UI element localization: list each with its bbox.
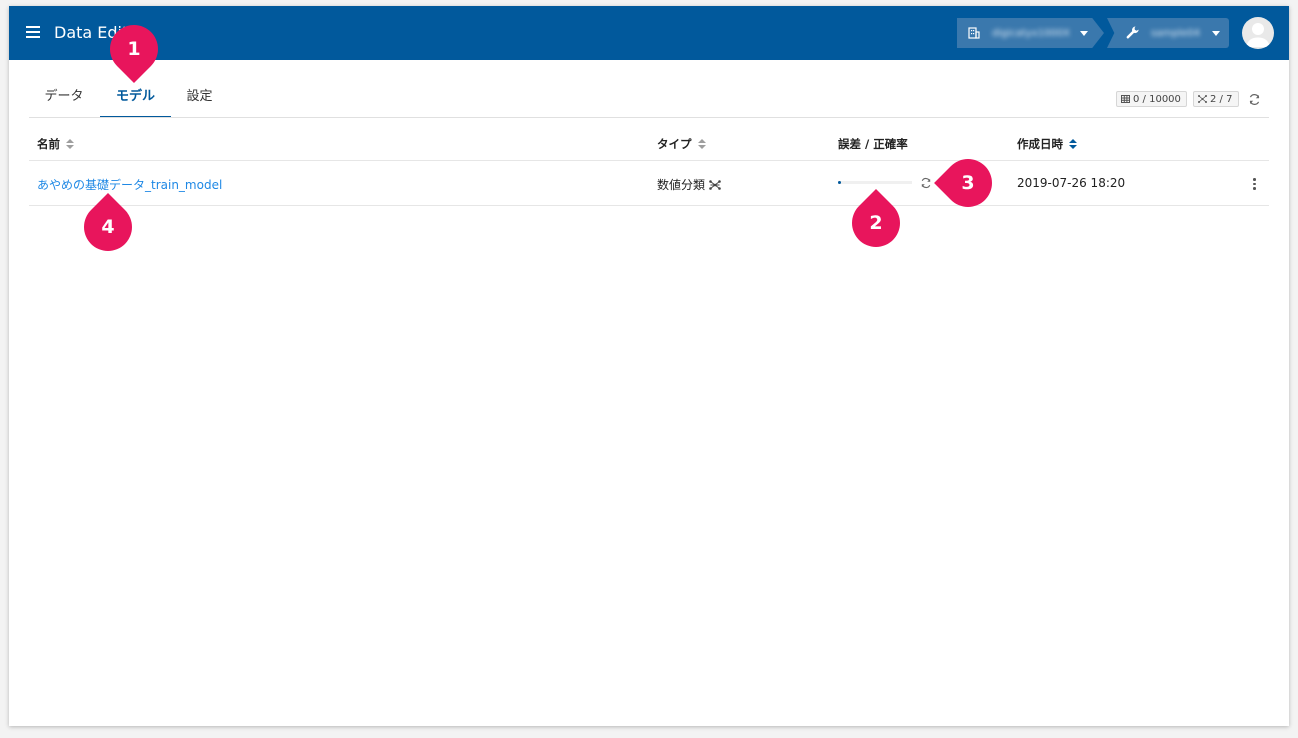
models-count: 2 / 7 xyxy=(1210,93,1233,105)
table-icon xyxy=(1121,95,1130,103)
chevron-down-icon xyxy=(1212,30,1221,36)
model-type-cell: 数値分類 xyxy=(657,176,721,193)
column-header-score-label: 誤差 / 正確率 xyxy=(838,137,908,151)
column-header-created[interactable]: 作成日時 xyxy=(1017,136,1077,152)
project-selector[interactable]: sample04 xyxy=(1107,18,1229,48)
building-icon xyxy=(968,27,980,39)
user-icon xyxy=(1246,23,1270,47)
sort-icon[interactable] xyxy=(1069,139,1077,149)
annotation-marker-2: 2 xyxy=(842,189,910,257)
organization-name: digicatyx1000X xyxy=(992,27,1070,39)
avatar[interactable] xyxy=(1242,17,1274,49)
annotation-marker-4: 4 xyxy=(74,193,142,261)
models-count-badge: 2 / 7 xyxy=(1193,91,1239,107)
tab-data[interactable]: データ xyxy=(29,78,99,116)
network-icon xyxy=(1198,95,1207,103)
annotation-marker-1: 1 xyxy=(100,15,168,83)
rows-count: 0 / 10000 xyxy=(1133,93,1181,105)
model-name-link[interactable]: あやめの基礎データ_train_model xyxy=(37,176,222,193)
tab-model[interactable]: モデル xyxy=(100,78,171,118)
column-header-name-label: 名前 xyxy=(37,137,60,151)
chevron-down-icon xyxy=(1079,30,1088,36)
wrench-icon xyxy=(1126,26,1139,39)
sort-icon[interactable] xyxy=(66,139,74,149)
model-type: 数値分類 xyxy=(657,178,706,192)
column-header-name[interactable]: 名前 xyxy=(37,136,74,152)
created-at: 2019-07-26 18:20 xyxy=(1017,176,1126,190)
header-divider xyxy=(29,160,1269,161)
sort-icon[interactable] xyxy=(697,139,706,149)
column-header-score: 誤差 / 正確率 xyxy=(838,136,908,152)
network-icon xyxy=(709,179,721,190)
row-divider xyxy=(29,205,1269,206)
project-name: sample04 xyxy=(1151,27,1201,39)
organization-selector[interactable]: digicatyx1000X xyxy=(957,18,1104,48)
refresh-icon[interactable] xyxy=(1248,93,1261,106)
rows-count-badge: 0 / 10000 xyxy=(1116,91,1187,107)
column-header-type[interactable]: タイプ xyxy=(657,136,706,152)
menu-icon[interactable] xyxy=(26,26,40,38)
training-progress-bar xyxy=(838,181,912,184)
annotation-marker-3: 3 xyxy=(934,149,1002,217)
refresh-icon[interactable] xyxy=(920,177,932,189)
more-vert-icon[interactable] xyxy=(1249,177,1259,191)
training-progress-fill xyxy=(838,181,841,184)
tab-divider xyxy=(29,117,1269,118)
app-window: Data Edit digicatyx1000X sample04 データ モデ… xyxy=(9,6,1289,726)
app-bar: Data Edit digicatyx1000X sample04 xyxy=(9,6,1289,60)
tab-settings[interactable]: 設定 xyxy=(171,78,228,116)
column-header-created-label: 作成日時 xyxy=(1017,137,1063,151)
column-header-type-label: タイプ xyxy=(657,137,692,151)
